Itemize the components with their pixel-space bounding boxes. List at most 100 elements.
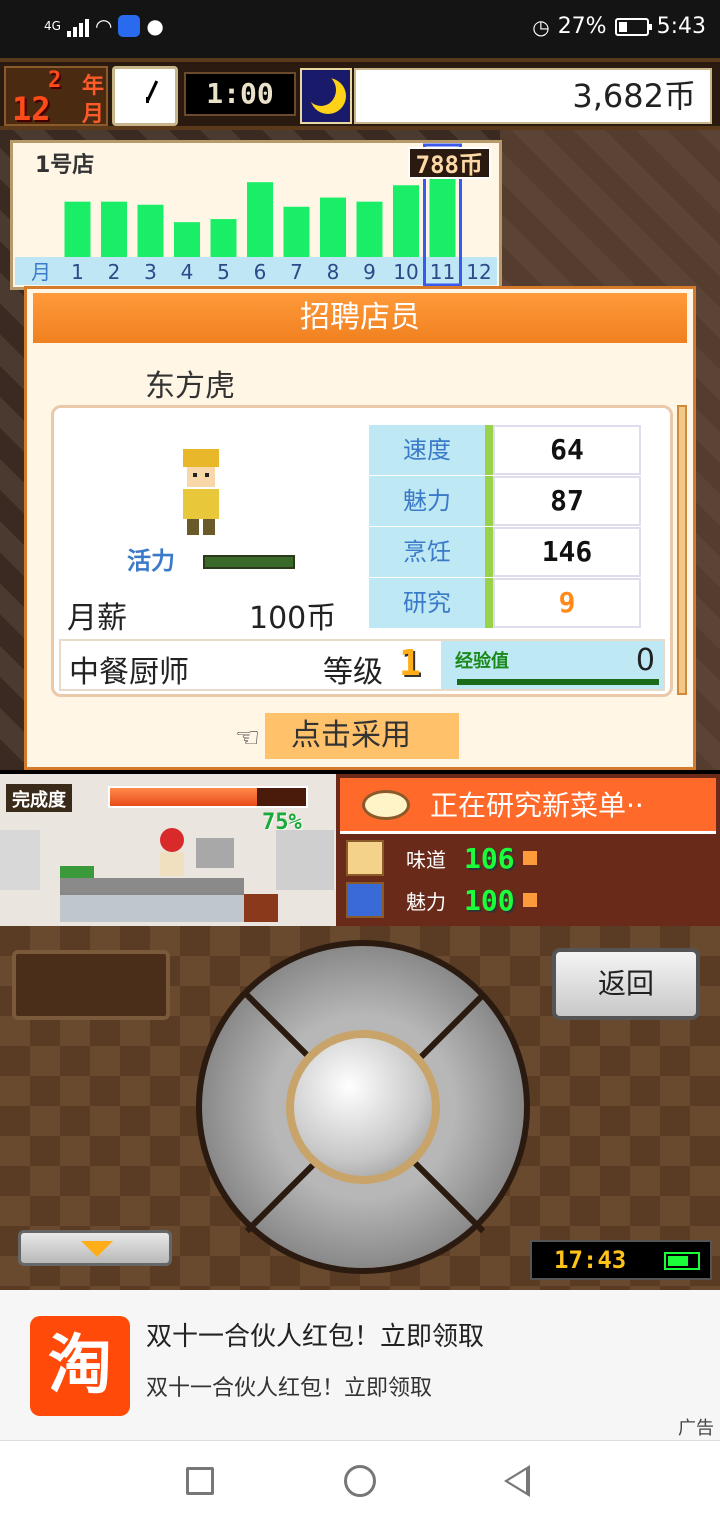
research-row-charm: 魅力 100 <box>346 880 716 920</box>
x-tick-label: 6 <box>254 260 267 284</box>
stat-value: 146 <box>493 527 641 577</box>
dpad-center-button[interactable] <box>286 1030 440 1184</box>
money-display: 3,682币 <box>354 68 712 124</box>
battery-icon <box>664 1252 700 1270</box>
moon-icon <box>300 68 352 124</box>
salary-value: 100币 <box>249 601 337 636</box>
stat-charm: 魅力 87 <box>369 476 641 526</box>
research-label: 味道 <box>406 847 446 872</box>
ad-tag: 广告 <box>678 1418 714 1439</box>
exp-label: 经验值 <box>455 651 509 672</box>
x-tick-label: 10 <box>393 260 418 284</box>
chart-bar <box>393 185 419 257</box>
grade-label: 等级 <box>323 655 383 690</box>
x-tick-label: 2 <box>108 260 121 284</box>
exp-bar <box>457 679 659 685</box>
recent-apps-icon[interactable] <box>186 1467 214 1495</box>
recruit-dialog: 招聘店员 东方虎 活力 月薪 100币 速度 64 魅力 87 烹饪 146 研… <box>24 286 696 770</box>
back-button[interactable]: 返回 <box>552 948 700 1020</box>
home-icon[interactable] <box>344 1465 376 1497</box>
taste-icon <box>346 840 384 876</box>
exp-value: 0 <box>635 643 655 678</box>
salary-label: 月薪 <box>67 601 127 636</box>
x-tick-label: 5 <box>217 260 230 284</box>
x-axis-label: 月 <box>31 260 51 284</box>
ad-subtitle: 双十一合伙人红包！立即领取 <box>146 1376 433 1401</box>
game-clock: 17:43 <box>530 1240 712 1280</box>
chart-bar <box>101 201 127 257</box>
kitchen-view: 完成度 75% <box>0 774 336 926</box>
job-row: 中餐厨师 等级 1 经验值 0 <box>59 639 665 691</box>
game-top-bar: 2 年 12 月 1:00 3,682币 <box>0 58 720 130</box>
charm-icon <box>346 882 384 918</box>
controller-area: 返回 17:43 <box>0 926 720 1290</box>
stat-value: 64 <box>493 425 641 475</box>
month-unit: 月 <box>82 102 105 127</box>
chart-bar <box>356 201 383 257</box>
chart-bar <box>137 204 164 257</box>
battery-icon <box>614 17 652 36</box>
chef-sprite <box>183 449 219 535</box>
grade-value: 1 <box>399 643 421 684</box>
chart-bar <box>174 222 200 257</box>
x-tick-label: 1 <box>71 260 84 284</box>
status-left: 4G ◠ ● <box>44 14 164 38</box>
x-tick-label: 7 <box>290 260 303 284</box>
scroll-down-button[interactable] <box>18 1230 172 1266</box>
x-tick-label: 4 <box>181 260 194 284</box>
kitchen-counter <box>60 892 244 922</box>
chart-bar <box>247 182 273 257</box>
app-notification-icon <box>118 15 141 37</box>
dialog-scrollbar[interactable] <box>677 405 687 695</box>
stat-label: 烹饪 <box>369 527 493 577</box>
research-panel: 正在研究新菜单·· 味道 106 魅力 100 <box>336 774 720 926</box>
x-tick-label: 11 <box>430 260 455 284</box>
alarm-icon: ◷ <box>532 14 550 39</box>
research-label: 魅力 <box>406 889 446 914</box>
game-time: 1:00 <box>184 72 296 116</box>
x-tick-label: 3 <box>144 260 157 284</box>
research-value: 106 <box>464 841 515 875</box>
job-title: 中餐厨师 <box>69 655 189 690</box>
status-right: ◷ 27% 5:43 <box>532 14 706 39</box>
dialog-title: 招聘店员 <box>33 293 687 343</box>
controller-slot <box>12 950 170 1020</box>
back-icon[interactable] <box>504 1465 530 1497</box>
research-value: 100 <box>464 883 515 917</box>
game-clock-time: 17:43 <box>554 1246 627 1274</box>
exp-box: 经验值 0 <box>441 641 663 689</box>
research-row-taste: 味道 106 <box>346 838 716 878</box>
current-sales-value: 788币 <box>407 147 491 179</box>
network-type: 4G <box>44 19 61 33</box>
stat-value: 9 <box>493 578 641 628</box>
vitality-label: 活力 <box>127 547 175 575</box>
chart-bar <box>283 206 310 257</box>
stat-value: 87 <box>493 476 641 526</box>
sales-chart-panel: 月 1 2 3 4 5 6 7 8 9 10 11 12 1号店 788币 <box>10 140 502 290</box>
stat-label: 魅力 <box>369 476 493 526</box>
wifi-icon: ◠ <box>94 14 113 38</box>
research-indicator <box>522 851 537 865</box>
staff-name: 东方虎 <box>145 369 235 404</box>
stat-label: 速度 <box>369 425 493 475</box>
research-indicator <box>522 893 537 907</box>
adopt-button[interactable]: 点击采用 <box>265 713 459 759</box>
wechat-icon: ● <box>146 14 164 38</box>
clock-icon <box>112 66 178 126</box>
chart-bar <box>429 178 456 257</box>
stat-research: 研究 9 <box>369 578 641 628</box>
x-tick-label: 12 <box>466 260 491 284</box>
date-display: 2 年 12 月 <box>4 66 108 128</box>
stat-cooking: 烹饪 146 <box>369 527 641 577</box>
nav-bar <box>0 1440 720 1520</box>
ad-banner[interactable]: 淘 双十一合伙人红包！立即领取 双十一合伙人红包！立即领取 广告 <box>0 1290 720 1440</box>
month-number: 12 <box>12 90 51 128</box>
ad-title[interactable]: 双十一合伙人红包！立即领取 <box>146 1316 484 1353</box>
chart-bar <box>64 201 91 257</box>
vitality-bar <box>203 555 295 569</box>
x-tick-label: 9 <box>363 260 376 284</box>
stat-speed: 速度 64 <box>369 425 641 475</box>
chart-bar <box>320 197 346 257</box>
dish-icon <box>362 790 410 820</box>
dpad[interactable] <box>196 940 530 1274</box>
